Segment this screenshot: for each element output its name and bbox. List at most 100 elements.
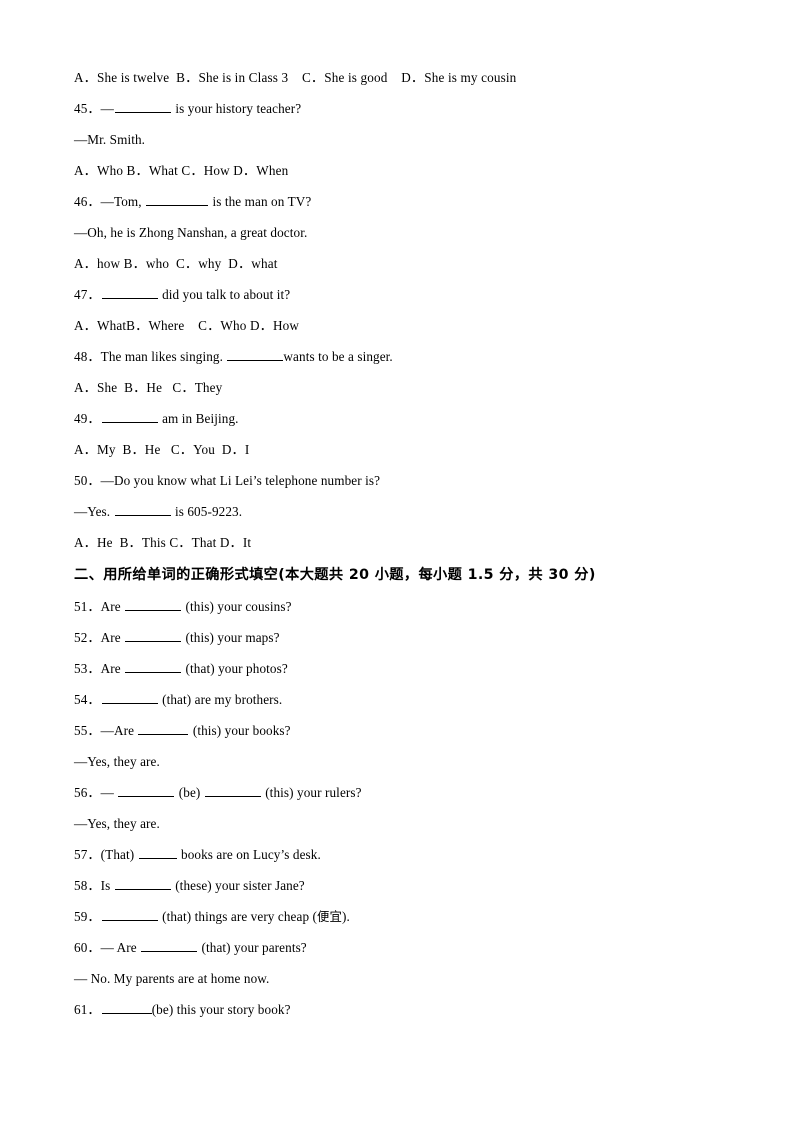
text-run: 45．— bbox=[74, 101, 114, 116]
answer-blank[interactable] bbox=[227, 349, 284, 361]
question-line: 55．—Are (this) your books? bbox=[74, 715, 720, 746]
answer-blank[interactable] bbox=[138, 723, 189, 735]
text-run: —Mr. Smith. bbox=[74, 132, 146, 147]
text-run: 46．—Tom, bbox=[74, 194, 146, 209]
text-run: A．He B．This C．That D．It bbox=[74, 535, 252, 550]
text-run: (that) things are very cheap ( bbox=[158, 909, 318, 924]
text-run: (that) your parents? bbox=[198, 940, 307, 955]
text-run: 47． bbox=[74, 287, 101, 302]
text-run: 59． bbox=[74, 909, 101, 924]
text-run: (be) this your story book? bbox=[151, 1002, 291, 1017]
text-run: (these) your sister Jane? bbox=[171, 878, 305, 893]
question-line: 53．Are (that) your photos? bbox=[74, 653, 720, 684]
text-run: 61． bbox=[74, 1002, 101, 1017]
text-run: —Yes, they are. bbox=[74, 754, 160, 769]
answer-blank[interactable] bbox=[138, 847, 177, 859]
question-list: A．She is twelve B．She is in Class 3 C．Sh… bbox=[74, 62, 720, 1025]
text-run: am in Beijing. bbox=[158, 411, 239, 426]
text-run: (that) your photos? bbox=[182, 661, 288, 676]
question-line: 60．— Are (that) your parents? bbox=[74, 932, 720, 963]
text-run: (this) your books? bbox=[189, 723, 291, 738]
answer-options: A．She is twelve B．She is in Class 3 C．Sh… bbox=[74, 62, 720, 93]
answer-blank[interactable] bbox=[101, 692, 158, 704]
text-run: did you talk to about it? bbox=[158, 287, 291, 302]
text-run: —Oh, he is Zhong Nanshan, a great doctor… bbox=[74, 225, 308, 240]
dialogue-reply: —Yes, they are. bbox=[74, 808, 720, 839]
text-run: 52．Are bbox=[74, 630, 125, 645]
dialogue-reply: —Yes. is 605-9223. bbox=[74, 496, 720, 527]
text-run: 55．—Are bbox=[74, 723, 138, 738]
text-run: 48．The man likes singing. bbox=[74, 349, 227, 364]
answer-blank[interactable] bbox=[114, 101, 171, 113]
answer-blank[interactable] bbox=[125, 661, 182, 673]
question-line: 58．Is (these) your sister Jane? bbox=[74, 870, 720, 901]
question-line: 51．Are (this) your cousins? bbox=[74, 591, 720, 622]
text-run: (this) your rulers? bbox=[261, 785, 362, 800]
text-run: A．WhatB．Where C．Who D．How bbox=[74, 318, 300, 333]
question-line: 45．— is your history teacher? bbox=[74, 93, 720, 124]
text-run: 54． bbox=[74, 692, 101, 707]
section-number: 二、 bbox=[74, 567, 104, 583]
text-run: is the man on TV? bbox=[209, 194, 312, 209]
answer-options: A．She B．He C．They bbox=[74, 372, 720, 403]
answer-options: A．WhatB．Where C．Who D．How bbox=[74, 310, 720, 341]
dialogue-reply: —Mr. Smith. bbox=[74, 124, 720, 155]
text-run: 60．— Are bbox=[74, 940, 141, 955]
question-line: 59． (that) things are very cheap (便宜). bbox=[74, 901, 720, 932]
text-run: (that) are my brothers. bbox=[158, 692, 283, 707]
answer-blank[interactable] bbox=[125, 630, 182, 642]
text-run: 58．Is bbox=[74, 878, 114, 893]
answer-options: A．He B．This C．That D．It bbox=[74, 527, 720, 558]
text-run: 51．Are bbox=[74, 599, 125, 614]
section-title: 用所给单词的正确形式填空 bbox=[103, 567, 279, 583]
text-run: A．how B．who C．why D．what bbox=[74, 256, 278, 271]
answer-options: A．how B．who C．why D．what bbox=[74, 248, 720, 279]
answer-blank[interactable] bbox=[114, 504, 171, 516]
answer-options: A．Who B．What C．How D．When bbox=[74, 155, 720, 186]
dialogue-reply: — No. My parents are at home now. bbox=[74, 963, 720, 994]
text-run: A．Who B．What C．How D．When bbox=[74, 163, 289, 178]
question-line: 50．—Do you know what Li Lei’s telephone … bbox=[74, 465, 720, 496]
text-run: —Yes, they are. bbox=[74, 816, 160, 831]
answer-blank[interactable] bbox=[204, 785, 261, 797]
text-run: books are on Lucy’s desk. bbox=[177, 847, 321, 862]
question-line: 47． did you talk to about it? bbox=[74, 279, 720, 310]
text-run: A．My B．He C．You D．I bbox=[74, 442, 250, 457]
text-run: A．She B．He C．They bbox=[74, 380, 223, 395]
section-meta: (本大题共 20 小题，每小题 1.5 分，共 30 分) bbox=[278, 567, 596, 583]
question-line: 52．Are (this) your maps? bbox=[74, 622, 720, 653]
text-run: ). bbox=[342, 909, 350, 924]
text-run: 49． bbox=[74, 411, 101, 426]
text-run: wants to be a singer. bbox=[283, 349, 393, 364]
text-run: (this) your maps? bbox=[182, 630, 280, 645]
question-line: 48．The man likes singing. wants to be a … bbox=[74, 341, 720, 372]
section-heading: 二、用所给单词的正确形式填空(本大题共 20 小题，每小题 1.5 分，共 30… bbox=[74, 560, 720, 591]
worksheet-page: A．She is twelve B．She is in Class 3 C．Sh… bbox=[0, 0, 794, 1123]
answer-blank[interactable] bbox=[101, 1002, 152, 1014]
question-line: 54． (that) are my brothers. bbox=[74, 684, 720, 715]
answer-blank[interactable] bbox=[125, 599, 182, 611]
answer-options: A．My B．He C．You D．I bbox=[74, 434, 720, 465]
answer-blank[interactable] bbox=[101, 411, 158, 423]
answer-blank[interactable] bbox=[101, 909, 158, 921]
text-run: —Yes. bbox=[74, 504, 114, 519]
question-line: 57．(That) books are on Lucy’s desk. bbox=[74, 839, 720, 870]
text-run: 53．Are bbox=[74, 661, 125, 676]
text-run: A．She is twelve B．She is in Class 3 C．Sh… bbox=[74, 70, 517, 85]
text-run: is your history teacher? bbox=[171, 101, 302, 116]
answer-blank[interactable] bbox=[114, 878, 171, 890]
answer-blank[interactable] bbox=[146, 194, 209, 206]
answer-blank[interactable] bbox=[141, 940, 198, 952]
text-run: (this) your cousins? bbox=[182, 599, 292, 614]
dialogue-reply: —Oh, he is Zhong Nanshan, a great doctor… bbox=[74, 217, 720, 248]
question-line: 46．—Tom, is the man on TV? bbox=[74, 186, 720, 217]
text-run: 50．—Do you know what Li Lei’s telephone … bbox=[74, 473, 381, 488]
chinese-gloss: 便宜 bbox=[317, 909, 343, 924]
text-run: (be) bbox=[175, 785, 204, 800]
text-run: is 605-9223. bbox=[171, 504, 243, 519]
dialogue-reply: —Yes, they are. bbox=[74, 746, 720, 777]
answer-blank[interactable] bbox=[118, 785, 175, 797]
answer-blank[interactable] bbox=[101, 287, 158, 299]
question-line: 49． am in Beijing. bbox=[74, 403, 720, 434]
text-run: 56．— bbox=[74, 785, 118, 800]
